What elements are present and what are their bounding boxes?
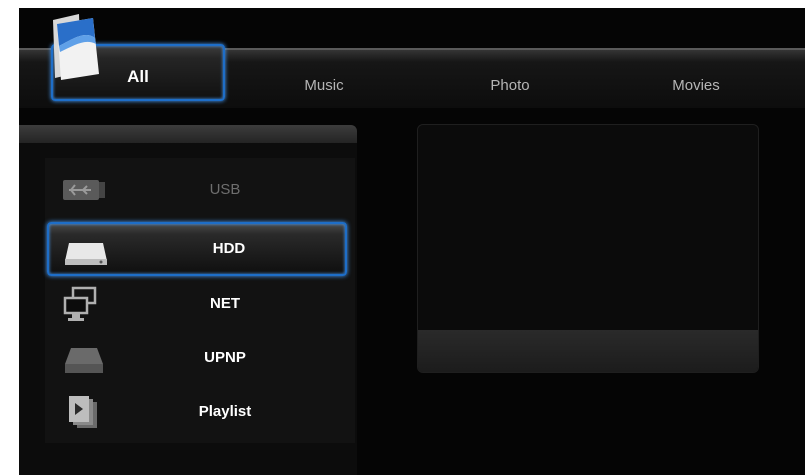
source-item-playlist[interactable]: Playlist — [45, 386, 355, 438]
media-browser-screen: All Music Photo Movies USB HDD NET UPNP … — [19, 8, 805, 475]
upnp-icon — [65, 348, 103, 373]
preview-info-bar — [418, 330, 758, 372]
source-label-usb: USB — [209, 181, 241, 198]
source-item-hdd[interactable]: HDD — [47, 222, 347, 276]
source-label-upnp: UPNP — [204, 349, 246, 366]
hdd-icon — [65, 243, 107, 265]
source-panel-header — [19, 125, 357, 143]
tab-photo[interactable]: Photo — [455, 72, 565, 100]
source-label-net: NET — [210, 295, 240, 312]
source-label-playlist: Playlist — [198, 403, 252, 420]
source-item-usb[interactable]: USB — [45, 164, 355, 216]
network-icon — [63, 286, 97, 321]
usb-icon — [63, 180, 105, 200]
folder-logo-icon — [53, 14, 99, 80]
source-item-upnp[interactable]: UPNP — [45, 332, 355, 384]
playlist-icon — [69, 396, 97, 428]
tab-music[interactable]: Music — [269, 72, 379, 100]
source-label-hdd: HDD — [212, 240, 246, 257]
source-item-net[interactable]: NET — [45, 278, 355, 330]
tab-movies[interactable]: Movies — [641, 72, 751, 100]
preview-panel — [417, 124, 759, 373]
